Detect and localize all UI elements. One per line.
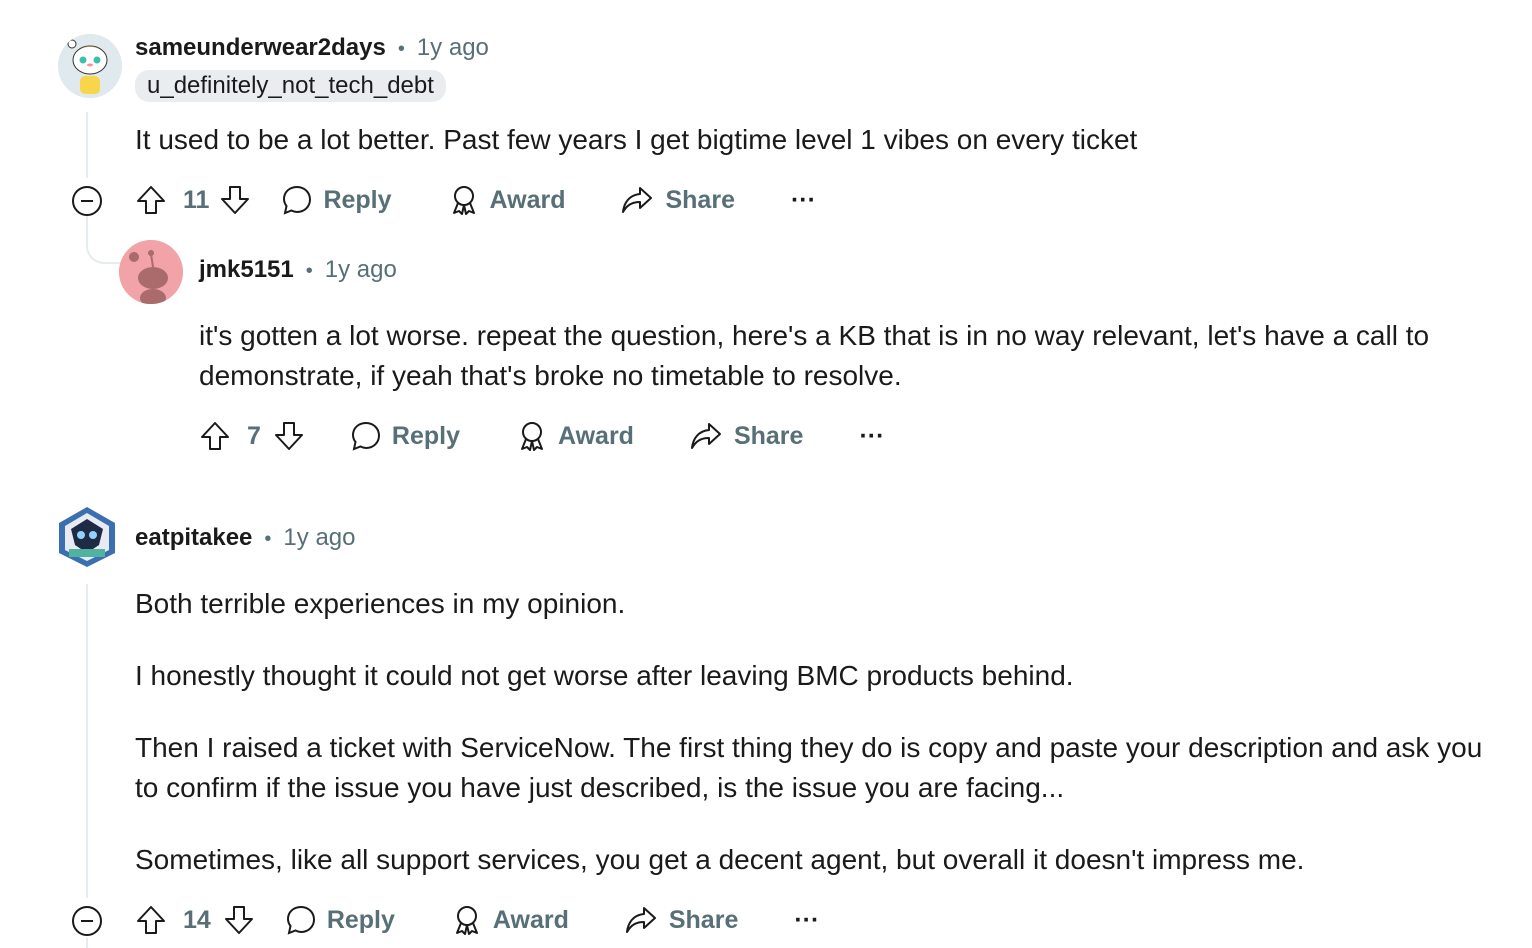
comment-paragraph: I honestly thought it could not get wors… — [135, 660, 1074, 691]
comment-actions: 11 Reply Award Share ··· — [135, 176, 816, 224]
comment-body: It used to be a lot better. Past few yea… — [135, 124, 1138, 155]
upvote-icon[interactable] — [199, 420, 231, 452]
comment-paragraph: Both terrible experiences in my opinion. — [135, 588, 626, 619]
share-label: Share — [733, 421, 804, 450]
downvote-icon[interactable] — [219, 184, 251, 216]
user-avatar[interactable] — [119, 240, 183, 304]
award-icon — [516, 420, 548, 452]
thread-connector — [86, 216, 124, 264]
reply-label: Reply — [391, 421, 460, 450]
comment-author[interactable]: sameunderwear2days — [135, 34, 386, 62]
award-button[interactable]: Award — [448, 184, 566, 216]
upvote-icon[interactable] — [135, 184, 167, 216]
share-label: Share — [665, 185, 735, 214]
separator-dot: • — [397, 38, 405, 60]
robot-avatar-icon — [59, 507, 115, 567]
downvote-icon[interactable] — [223, 904, 255, 936]
collapse-thread-button[interactable] — [72, 186, 102, 216]
award-label: Award — [492, 905, 569, 934]
user-avatar[interactable] — [55, 505, 119, 569]
comment-actions: 14 Reply Award Share ··· — [135, 896, 819, 944]
default-snoo-icon — [119, 240, 183, 304]
share-icon — [625, 904, 657, 936]
share-button[interactable]: Share — [621, 184, 735, 216]
share-label: Share — [668, 905, 739, 934]
reply-label: Reply — [326, 905, 395, 934]
award-button[interactable]: Award — [516, 420, 634, 452]
award-icon — [451, 904, 483, 936]
reply-button[interactable]: Reply — [350, 420, 460, 452]
comment-actions: 7 Reply Award Share ··· — [199, 412, 884, 460]
share-icon — [690, 420, 722, 452]
comment-bubble-icon — [350, 420, 382, 452]
upvote-icon[interactable] — [135, 904, 167, 936]
comment-author[interactable]: jmk5151 — [199, 256, 294, 284]
vote-count: 7 — [247, 421, 261, 450]
comment-timestamp[interactable]: 1y ago — [325, 256, 397, 284]
comment-body: it's gotten a lot worse. repeat the ques… — [199, 320, 1430, 391]
comment-bubble-icon — [285, 904, 317, 936]
thread-line[interactable] — [86, 112, 88, 178]
comment-timestamp[interactable]: 1y ago — [283, 524, 355, 552]
reply-button[interactable]: Reply — [281, 184, 392, 216]
comment-author[interactable]: eatpitakee — [135, 524, 252, 552]
share-button[interactable]: Share — [625, 904, 738, 936]
downvote-icon[interactable] — [273, 420, 305, 452]
comment-timestamp[interactable]: 1y ago — [417, 34, 489, 62]
award-button[interactable]: Award — [451, 904, 569, 936]
snoo-avatar-icon — [58, 34, 122, 98]
share-icon — [621, 184, 653, 216]
comment-paragraph: Sometimes, like all support services, yo… — [135, 844, 1305, 875]
comment-bubble-icon — [281, 184, 313, 216]
user-avatar[interactable] — [58, 34, 122, 98]
share-button[interactable]: Share — [690, 420, 803, 452]
thread-line[interactable] — [86, 938, 88, 948]
thread-line[interactable] — [86, 584, 88, 898]
award-label: Award — [558, 421, 634, 450]
reply-label: Reply — [323, 185, 392, 214]
separator-dot: • — [305, 260, 313, 282]
comment-paragraph: Then I raised a ticket with ServiceNow. … — [135, 732, 1483, 803]
award-icon — [448, 184, 480, 216]
user-flair: u_definitely_not_tech_debt — [135, 70, 446, 102]
more-options-button[interactable]: ··· — [791, 186, 816, 215]
vote-count: 11 — [183, 185, 210, 214]
award-label: Award — [489, 185, 566, 214]
more-options-button[interactable]: ··· — [794, 906, 819, 935]
separator-dot: • — [264, 528, 272, 550]
vote-count: 14 — [183, 905, 211, 934]
collapse-thread-button[interactable] — [72, 906, 102, 936]
reply-button[interactable]: Reply — [285, 904, 395, 936]
more-options-button[interactable]: ··· — [859, 422, 884, 451]
